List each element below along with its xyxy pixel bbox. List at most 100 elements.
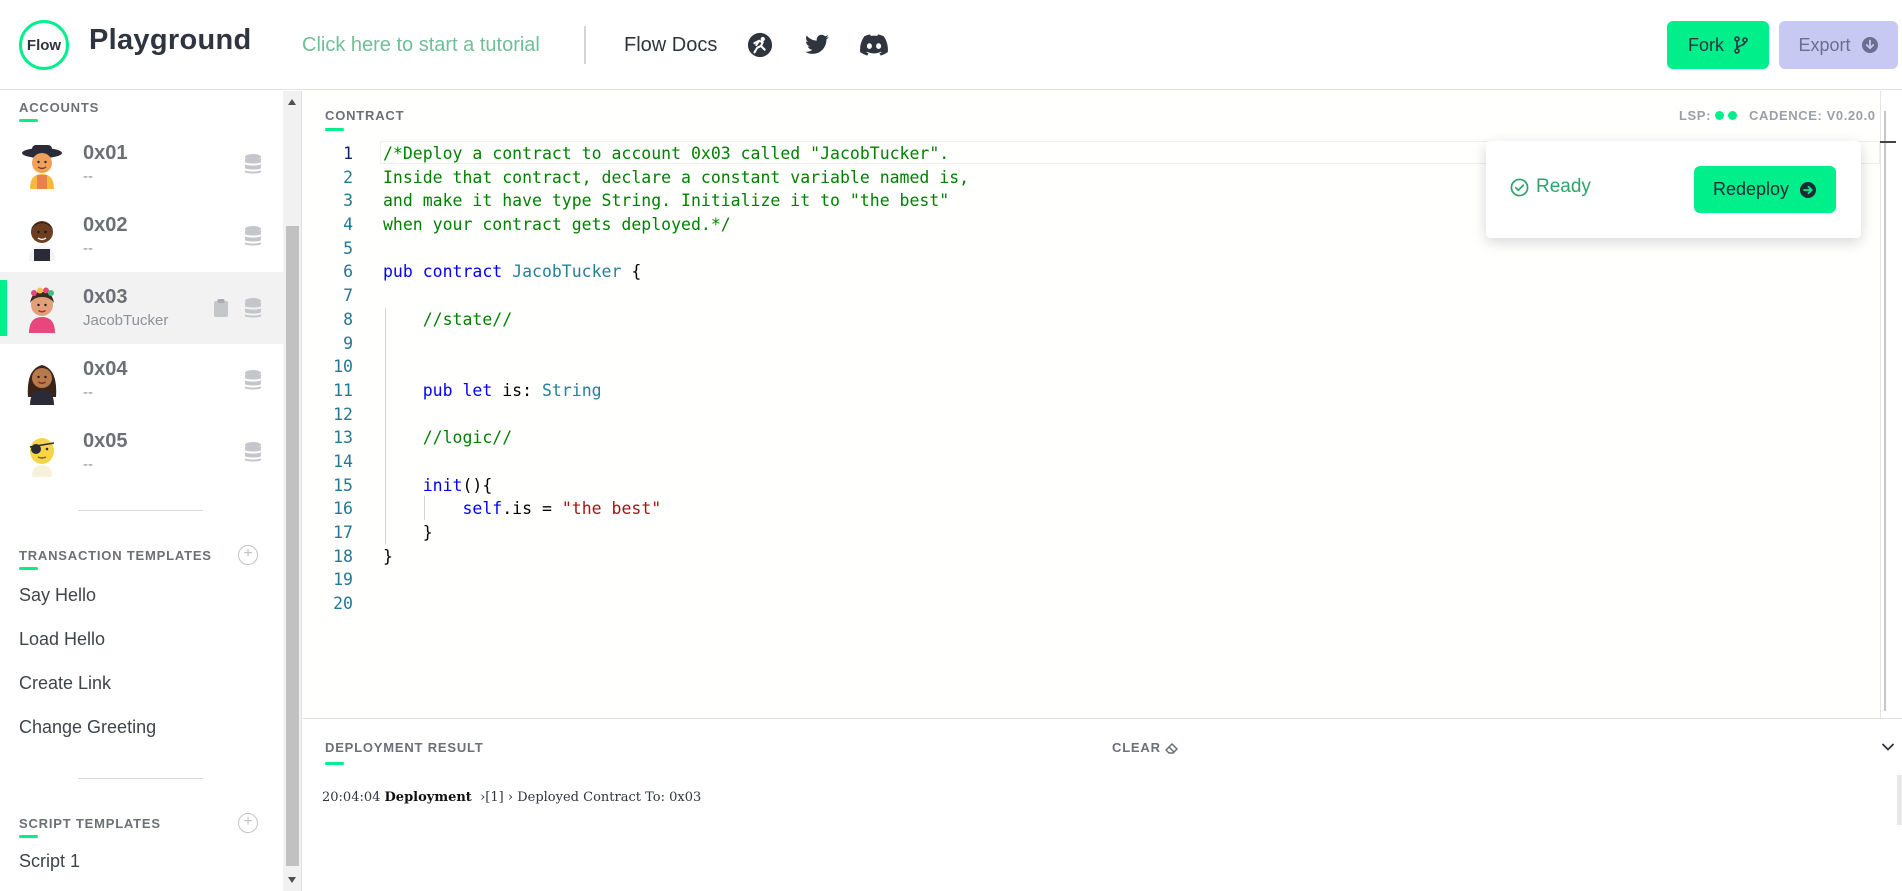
code-line[interactable]: 2 Inside that contract, declare a constan… (320, 166, 969, 190)
tutorial-link[interactable]: Click here to start a tutorial (302, 34, 540, 57)
editor-underline (325, 128, 344, 131)
redeploy-button[interactable]: Redeploy (1694, 166, 1836, 213)
line-number: 16 (333, 499, 353, 519)
lsp-dot (1715, 111, 1725, 120)
line-number: 5 (343, 238, 353, 258)
deploy-status-popup: Ready Redeploy (1486, 141, 1861, 238)
avatar (29, 438, 55, 477)
database-icon[interactable] (244, 153, 262, 175)
line-number: 3 (343, 191, 353, 211)
cadence-version: CADENCE: V0.20.0 (1749, 108, 1876, 123)
fork-button[interactable]: Fork (1667, 21, 1769, 69)
line-number: 17 (333, 523, 353, 542)
code-token: is: (492, 380, 542, 400)
code-line[interactable]: 10 (320, 355, 969, 379)
flow-docs-link[interactable]: Flow Docs (624, 34, 717, 57)
discord-icon[interactable] (860, 32, 888, 58)
account-item-0x03[interactable]: 0x03 JacobTucker (0, 272, 283, 344)
deployment-result-underline (325, 762, 344, 765)
line-number: 9 (343, 333, 353, 353)
code-line[interactable]: 19 (320, 568, 969, 592)
code-line[interactable]: 1 /*Deploy a contract to account 0x03 cal… (320, 142, 969, 166)
twitter-icon[interactable] (803, 32, 831, 58)
export-button[interactable]: Export (1779, 21, 1898, 69)
account-address: 0x04 (83, 358, 128, 380)
line-number: 11 (333, 380, 353, 400)
transaction-templates-label: TRANSACTION TEMPLATES (19, 548, 212, 563)
code-line[interactable]: 5 (320, 237, 969, 261)
account-contract-name: -- (83, 384, 93, 401)
code-line[interactable]: 16 self.is = "the best" (320, 497, 969, 521)
database-icon[interactable] (244, 225, 262, 247)
transaction-template-item[interactable]: Create Link (19, 673, 111, 694)
results-scrollbar[interactable] (1897, 775, 1902, 825)
code-line[interactable]: 11 pub let is: String (320, 379, 969, 403)
scroll-up-icon[interactable] (288, 99, 296, 105)
status-text: Ready (1536, 176, 1591, 197)
code-line[interactable]: 3 and make it have type String. Initializ… (320, 189, 969, 213)
code-line[interactable]: 13 //logic// (320, 426, 969, 450)
scroll-down-icon[interactable] (288, 877, 296, 883)
chevron-right-icon: › (475, 790, 486, 805)
code-token: /*Deploy a contract to account 0x03 call… (383, 144, 950, 163)
code-line[interactable]: 12 (320, 403, 969, 427)
code-token: } (383, 523, 433, 542)
clear-button[interactable]: CLEAR (1112, 740, 1179, 755)
code-token: "the best" (561, 499, 662, 519)
code-token: //logic// (422, 428, 513, 448)
database-icon[interactable] (244, 441, 262, 463)
code-line[interactable]: 15 init(){ (320, 474, 969, 498)
add-transaction-template-icon[interactable]: + (238, 545, 258, 565)
code-token: JacobTucker (512, 262, 622, 282)
database-icon[interactable] (244, 369, 262, 391)
script-template-item[interactable]: Script 1 (19, 851, 80, 872)
code-lines[interactable]: 1 /*Deploy a contract to account 0x03 cal… (320, 142, 969, 616)
runner-icon[interactable] (746, 32, 774, 58)
download-icon (1861, 37, 1878, 53)
account-address: 0x02 (83, 214, 128, 236)
script-templates-label: SCRIPT TEMPLATES (19, 816, 161, 831)
account-contract-name: -- (83, 240, 93, 257)
transaction-template-item[interactable]: Change Greeting (19, 717, 156, 738)
code-token: pub contract (383, 262, 513, 282)
lsp-dot (1728, 111, 1738, 120)
avatar (29, 221, 55, 261)
code-line[interactable]: 8 //state// (320, 308, 969, 332)
code-token: Inside that contract, declare a constant… (383, 167, 970, 187)
database-icon[interactable] (244, 297, 262, 319)
avatar (27, 365, 57, 405)
transaction-template-item[interactable]: Load Hello (19, 629, 105, 650)
clipboard-icon[interactable] (213, 298, 229, 318)
chevron-right-icon: › (507, 790, 514, 805)
code-line[interactable]: 4 when your contract gets deployed.*/ (320, 213, 969, 237)
account-address: 0x03 (83, 286, 128, 308)
eraser-icon (1164, 742, 1178, 754)
code-line[interactable]: 20 (320, 592, 969, 616)
chevron-down-icon[interactable] (1881, 740, 1895, 754)
add-script-template-icon[interactable]: + (238, 813, 258, 833)
sidebar-scrollbar[interactable] (283, 91, 302, 891)
lsp-label: LSP: (1679, 108, 1712, 123)
code-line[interactable]: 6 pub contract JacobTucker { (320, 260, 969, 284)
line-number: 19 (333, 570, 353, 590)
code-line[interactable]: 7 (320, 284, 969, 308)
account-item-0x05[interactable]: 0x05 -- (0, 416, 283, 488)
line-number: 8 (343, 309, 353, 329)
account-item-0x02[interactable]: 0x02 -- (0, 200, 283, 272)
flow-logo[interactable]: Flow (19, 20, 69, 70)
export-label: Export (1798, 34, 1851, 55)
code-line[interactable]: 17 } (320, 521, 969, 545)
editor-scrollbar[interactable] (1880, 91, 1902, 718)
scrollbar-thumb[interactable] (286, 226, 299, 866)
transaction-template-item[interactable]: Say Hello (19, 585, 96, 606)
account-item-0x04[interactable]: 0x04 -- (0, 344, 283, 416)
code-token: //state// (422, 309, 513, 329)
deployment-result-label: DEPLOYMENT RESULT (325, 740, 484, 755)
account-item-0x01[interactable]: 0x01 -- (0, 128, 283, 200)
code-line[interactable]: 9 (320, 332, 969, 356)
divider (78, 778, 203, 779)
account-contract-name: -- (83, 168, 93, 185)
code-line[interactable]: 18} (320, 545, 969, 569)
code-line[interactable]: 14 (320, 450, 969, 474)
